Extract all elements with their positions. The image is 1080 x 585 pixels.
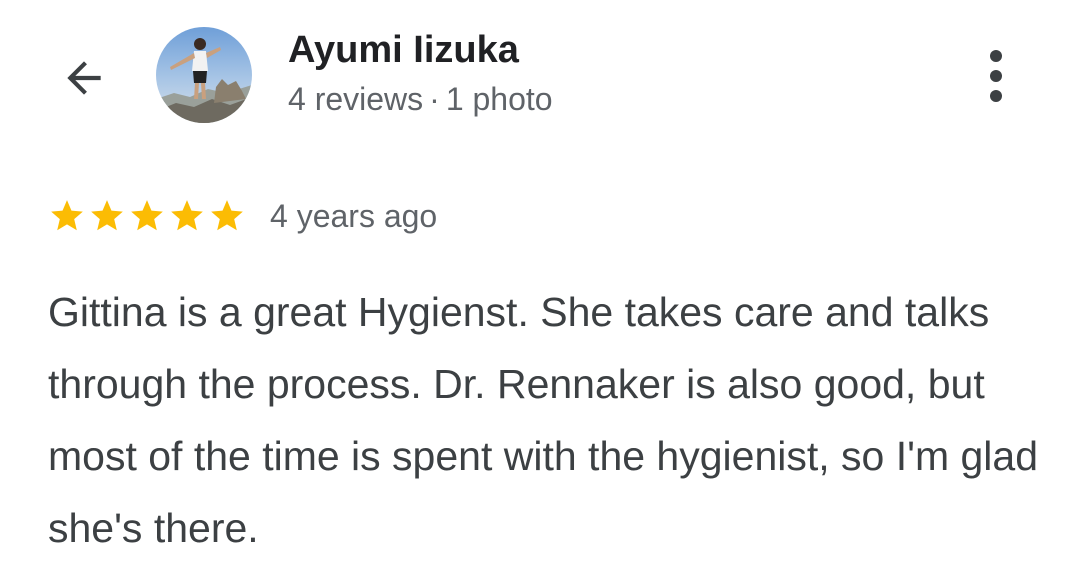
reviewer-meta: 4 reviews · 1 photo xyxy=(288,80,553,118)
star-filled-icon xyxy=(211,200,243,231)
avatar-photo xyxy=(156,27,252,123)
more-options-button[interactable] xyxy=(970,44,1022,108)
rating-row: 4 years ago xyxy=(48,196,437,236)
star-filled-icon xyxy=(51,200,83,231)
reviewer-name[interactable]: Ayumi Iizuka xyxy=(288,28,519,72)
star-filled-icon xyxy=(171,200,203,231)
photos-count: 1 photo xyxy=(445,81,553,117)
avatar[interactable] xyxy=(156,27,252,123)
star-filled-icon xyxy=(91,200,123,231)
star-rating xyxy=(48,197,246,235)
review-date: 4 years ago xyxy=(270,197,438,234)
more-vert-icon xyxy=(990,50,1002,102)
review-detail-page: Ayumi Iizuka 4 reviews · 1 photo 4 years a… xyxy=(0,0,1080,585)
arrow-left-icon xyxy=(67,61,101,95)
star-filled-icon xyxy=(131,200,163,231)
reviews-count: 4 reviews xyxy=(288,81,424,117)
back-button[interactable] xyxy=(52,46,116,110)
review-text: Gittina is a great Hygienst. She takes c… xyxy=(48,289,1039,551)
meta-separator: · xyxy=(429,81,440,117)
